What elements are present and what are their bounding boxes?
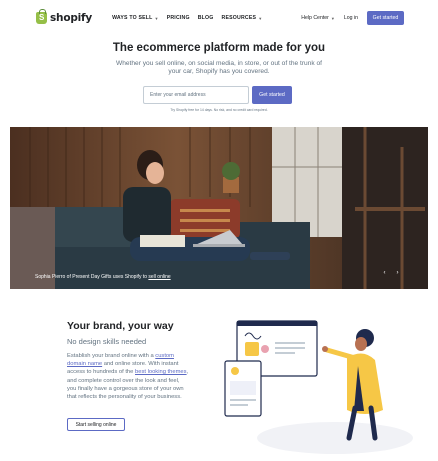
brand-section-body: Establish your brand online with a custo… [67,352,189,401]
chevron-left-icon[interactable]: ‹ [380,268,389,277]
shopify-logo[interactable]: S shopify [36,9,93,24]
chevron-down-icon: ▼ [258,15,263,21]
get-started-button[interactable]: Get started [367,11,404,25]
trial-note: Try Shopify free for 14 days. No risk, a… [170,108,268,112]
designer-illustration [224,320,413,454]
hero-subtitle: Whether you sell online, on social media… [116,60,322,75]
hero-photo: Sophia Pierro of Present Day Gifts uses … [10,127,428,289]
nav-pricing-label: PRICING [166,15,190,21]
nav-blog-label: BLOG [197,15,214,21]
nav-resources[interactable]: RESOURCES ▼ [222,15,263,21]
nav-resources-label: RESOURCES [221,15,257,21]
shopping-bag-icon: S [36,9,47,24]
chevron-down-icon: ▼ [330,15,335,21]
logo-wordmark: shopify [50,12,93,24]
hero-get-started-button[interactable]: Get started [252,86,292,104]
login-link[interactable]: Log in [344,15,358,21]
best-looking-themes-link[interactable]: best looking themes [135,369,187,375]
brand-section-subtitle: No design skills needed [67,337,147,346]
photo-caption: Sophia Pierro of Present Day Gifts uses … [35,274,171,280]
help-center-link[interactable]: Help Center ▼ [301,15,335,21]
chevron-right-icon[interactable]: › [393,268,402,277]
brand-section-title: Your brand, your way [67,320,174,332]
top-nav: S shopify WAYS TO SELL ▼ PRICING BLOG RE… [0,0,438,36]
caption-text: Sophia Pierro of Present Day Gifts uses … [35,274,149,280]
nav-pricing[interactable]: PRICING [167,15,190,21]
email-placeholder: Enter your email address [150,92,206,98]
body-text-1: Establish your brand online with a [67,353,156,359]
merchant-photo-image [10,127,428,289]
sell-online-link[interactable]: sell online [148,274,170,280]
main-menu: WAYS TO SELL ▼ PRICING BLOG RESOURCES ▼ [112,15,262,21]
nav-right: Help Center ▼ Log in Get started [301,11,404,25]
help-center-label: Help Center [301,15,329,21]
hero-title: The ecommerce platform made for you [112,42,326,54]
nav-ways-to-sell[interactable]: WAYS TO SELL ▼ [112,15,159,21]
start-selling-button[interactable]: Start selling online [67,418,125,431]
nav-blog[interactable]: BLOG [198,15,214,21]
email-input[interactable]: Enter your email address [143,86,249,104]
chevron-down-icon: ▼ [154,15,159,21]
nav-ways-to-sell-label: WAYS TO SELL [112,15,153,21]
